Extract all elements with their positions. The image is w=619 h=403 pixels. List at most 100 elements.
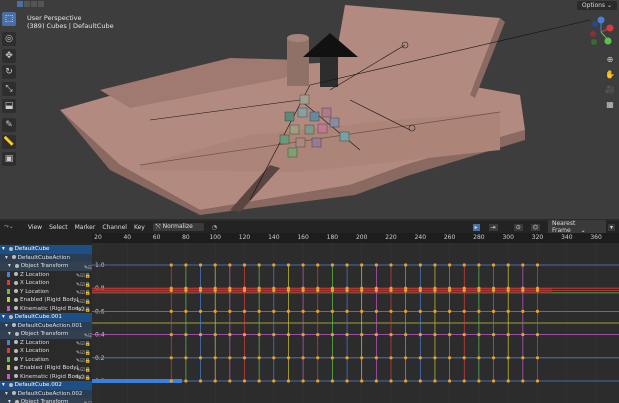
measure-icon[interactable]: 📏 <box>2 135 16 149</box>
keyframe[interactable] <box>389 309 393 313</box>
keyframe[interactable] <box>330 333 334 337</box>
keyframe[interactable] <box>184 288 188 293</box>
keyframe[interactable] <box>521 356 525 360</box>
keyframe[interactable] <box>330 288 334 293</box>
add-cube-icon[interactable]: ▣ <box>2 152 16 166</box>
keyframe[interactable] <box>272 309 276 313</box>
eye-icon[interactable] <box>14 280 18 285</box>
keyframe[interactable] <box>272 263 276 267</box>
keyframe[interactable] <box>404 288 408 293</box>
keyframe[interactable] <box>257 263 261 267</box>
keyframe[interactable] <box>535 356 540 360</box>
channel-toggles-icon[interactable]: ✎☑🔒 <box>76 298 91 305</box>
keyframe[interactable] <box>535 309 540 313</box>
keyframe[interactable] <box>462 333 466 337</box>
keyframe[interactable] <box>286 309 291 313</box>
keyframe[interactable] <box>389 379 393 383</box>
keyframe[interactable] <box>330 309 334 313</box>
rotate-icon[interactable]: ↻ <box>2 65 16 79</box>
zoom-icon[interactable]: ⊕ <box>604 53 616 65</box>
keyframe[interactable] <box>316 309 320 313</box>
keyframe[interactable] <box>521 263 525 267</box>
channel-toggles-icon[interactable]: ✎☑🔒 <box>76 357 91 364</box>
eye-icon[interactable] <box>8 314 13 319</box>
keyframe[interactable] <box>345 356 349 360</box>
channel-toggles-icon[interactable]: ✎☑🔒 <box>76 281 91 288</box>
keyframe[interactable] <box>404 263 408 267</box>
keyframe[interactable] <box>535 263 540 267</box>
keyframe[interactable] <box>404 309 408 313</box>
keyframe[interactable] <box>360 309 364 313</box>
keyframe[interactable] <box>169 309 173 313</box>
menu-view[interactable]: View <box>28 224 42 231</box>
keyframe[interactable] <box>535 333 540 337</box>
keyframe[interactable] <box>477 288 481 293</box>
cursor-icon[interactable]: ◎ <box>2 32 16 46</box>
keyframe[interactable] <box>330 379 334 383</box>
keyframe[interactable] <box>198 288 203 293</box>
keyframe[interactable] <box>389 333 393 337</box>
keyframe[interactable] <box>286 263 291 267</box>
keyframe[interactable] <box>360 356 364 360</box>
keyframe[interactable] <box>535 288 540 293</box>
keyframe[interactable] <box>404 333 408 337</box>
keyframe[interactable] <box>228 288 232 293</box>
keyframe[interactable] <box>184 379 188 383</box>
keyframe[interactable] <box>286 333 291 337</box>
expand-icon[interactable]: ▾ <box>8 331 13 337</box>
keyframe[interactable] <box>169 288 173 293</box>
cursor-x-icon[interactable]: ⇥ <box>488 223 498 231</box>
expand-icon[interactable]: ▾ <box>8 399 13 403</box>
keyframe[interactable] <box>345 309 349 313</box>
menu-marker[interactable]: Marker <box>75 224 96 231</box>
channel-row[interactable]: ▾ DefaultCube <box>0 245 92 254</box>
eye-icon[interactable] <box>11 391 16 395</box>
channel-toggles-icon[interactable]: ✎☑🔒 <box>76 289 91 296</box>
proportional-edit-icon[interactable]: ⊙ <box>513 223 523 231</box>
expand-icon[interactable]: ▾ <box>2 246 7 252</box>
keyframe[interactable] <box>389 263 393 267</box>
keyframe[interactable] <box>228 333 232 337</box>
eye-icon[interactable] <box>14 348 18 353</box>
channel-toggles-icon[interactable]: ✎☑🔒 <box>76 306 91 313</box>
keyframe[interactable] <box>345 333 349 337</box>
keyframe[interactable] <box>462 309 466 313</box>
keyframe[interactable] <box>506 379 510 383</box>
x-axis-icon[interactable] <box>606 24 614 32</box>
keyframe[interactable] <box>242 379 247 383</box>
3d-viewport[interactable]: Options ⌄ User Perspective (389) Cubes |… <box>0 0 619 219</box>
keyframe[interactable] <box>462 263 466 267</box>
mode-set-icon[interactable] <box>17 1 23 7</box>
channel-row[interactable]: Y Location ✎☑🔒 <box>0 287 92 296</box>
keyframe[interactable] <box>521 288 525 293</box>
keyframe[interactable] <box>506 288 510 293</box>
channel-row[interactable]: Enabled (Rigid Body) ✎☑🔒 <box>0 296 92 305</box>
channel-row[interactable]: Enabled (Rigid Body) ✎☑🔒 <box>0 364 92 373</box>
eye-icon[interactable] <box>14 399 19 403</box>
channel-row[interactable]: ▾ Object Transform ✎☑🔒 <box>0 262 92 271</box>
keyframe[interactable] <box>213 356 217 360</box>
keyframe[interactable] <box>228 309 232 313</box>
mode-subtract-icon[interactable] <box>31 1 37 7</box>
keyframe[interactable] <box>360 288 364 293</box>
channel-row[interactable]: ▾ Object Transform ✎☑🔒 <box>0 330 92 339</box>
keyframe[interactable] <box>448 263 452 267</box>
keyframe[interactable] <box>184 263 188 267</box>
pan-icon[interactable]: ✋ <box>604 68 616 80</box>
keyframe[interactable] <box>360 333 364 337</box>
ghost-curve-icon[interactable]: ◔ <box>212 224 217 231</box>
menu-select[interactable]: Select <box>49 224 68 231</box>
keyframe[interactable] <box>198 379 203 383</box>
keyframe[interactable] <box>198 263 203 267</box>
keyframe[interactable] <box>418 263 422 267</box>
keyframe[interactable] <box>257 333 261 337</box>
keyframe[interactable] <box>301 288 305 293</box>
keyframe[interactable] <box>257 356 261 360</box>
keyframe[interactable] <box>316 288 320 293</box>
keyframe[interactable] <box>389 288 393 293</box>
keyframe[interactable] <box>433 333 437 337</box>
channel-toggles-icon[interactable]: ✎☑🔒 <box>76 340 91 347</box>
eye-icon[interactable] <box>14 331 19 336</box>
keyframe[interactable] <box>345 263 349 267</box>
keyframe[interactable] <box>242 356 247 360</box>
